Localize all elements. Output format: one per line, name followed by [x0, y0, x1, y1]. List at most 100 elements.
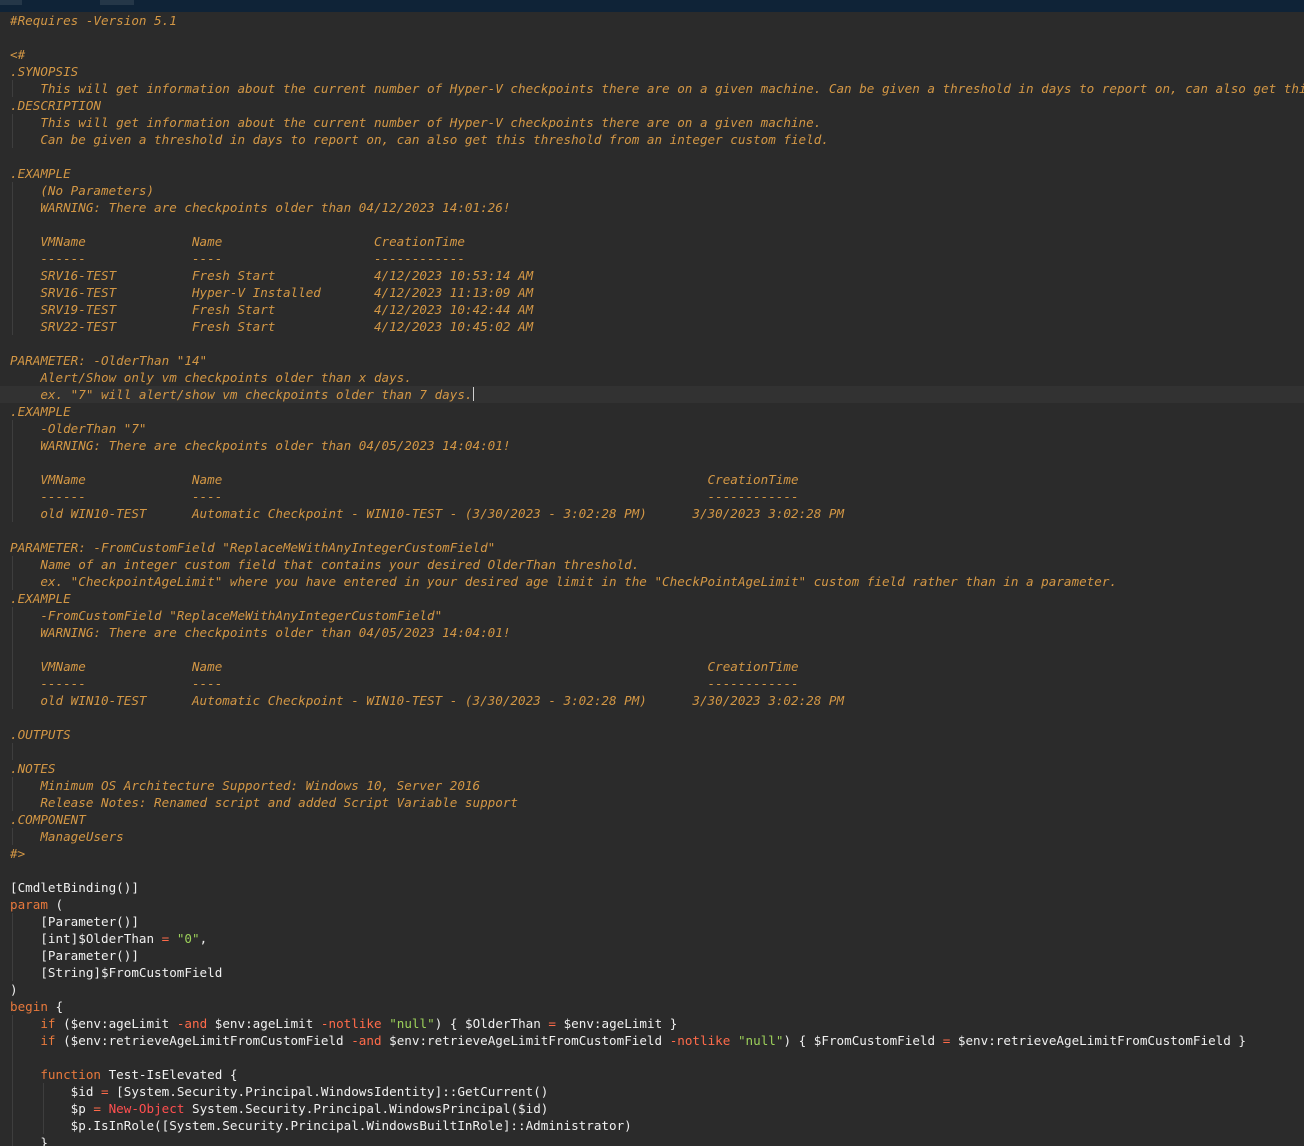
- comment-token: This will get information about the curr…: [10, 115, 822, 130]
- indent-guide: [12, 913, 13, 930]
- code-line[interactable]: This will get information about the curr…: [0, 80, 1304, 97]
- code-line[interactable]: [0, 148, 1304, 165]
- code-line[interactable]: .OUTPUTS: [0, 726, 1304, 743]
- indent-guide: [12, 658, 13, 675]
- code-line[interactable]: [0, 522, 1304, 539]
- code-line[interactable]: SRV19-TEST Fresh Start 4/12/2023 10:42:4…: [0, 301, 1304, 318]
- code-line[interactable]: WARNING: There are checkpoints older tha…: [0, 624, 1304, 641]
- code-line[interactable]: VMName Name CreationTime: [0, 658, 1304, 675]
- code-line[interactable]: #Requires -Version 5.1: [0, 12, 1304, 29]
- indent-guide: [12, 1134, 13, 1146]
- code-line[interactable]: SRV22-TEST Fresh Start 4/12/2023 10:45:0…: [0, 318, 1304, 335]
- code-line[interactable]: .NOTES: [0, 760, 1304, 777]
- code-line[interactable]: .EXAMPLE: [0, 590, 1304, 607]
- code-line[interactable]: [0, 29, 1304, 46]
- indent-guide: [12, 930, 13, 947]
- comment-token: .EXAMPLE: [10, 591, 71, 606]
- code-line[interactable]: [Parameter()]: [0, 947, 1304, 964]
- code-line[interactable]: [0, 641, 1304, 658]
- code-token: ($env:ageLimit: [55, 1016, 177, 1031]
- code-line[interactable]: .EXAMPLE: [0, 165, 1304, 182]
- indent-guide: [12, 607, 13, 624]
- comment-token: old WIN10-TEST Automatic Checkpoint - WI…: [10, 506, 845, 521]
- title-bar-tab[interactable]: [0, 0, 22, 5]
- code-line[interactable]: begin {: [0, 998, 1304, 1015]
- title-bar-tab[interactable]: [100, 0, 134, 5]
- indent-guide: [12, 233, 13, 250]
- code-line[interactable]: [0, 335, 1304, 352]
- code-line[interactable]: [0, 216, 1304, 233]
- operator-token: =: [548, 1016, 557, 1031]
- code-line[interactable]: [0, 743, 1304, 760]
- code-line[interactable]: if ($env:ageLimit -and $env:ageLimit -no…: [0, 1015, 1304, 1032]
- code-line[interactable]: [0, 454, 1304, 471]
- code-line[interactable]: ex. "CheckpointAgeLimit" where you have …: [0, 573, 1304, 590]
- code-line[interactable]: $p = New-Object System.Security.Principa…: [0, 1100, 1304, 1117]
- code-line[interactable]: Minimum OS Architecture Supported: Windo…: [0, 777, 1304, 794]
- indent-guide: [12, 743, 13, 760]
- code-line[interactable]: Release Notes: Renamed script and added …: [0, 794, 1304, 811]
- code-line[interactable]: }: [0, 1134, 1304, 1146]
- code-line[interactable]: [0, 862, 1304, 879]
- code-line[interactable]: function Test-IsElevated {: [0, 1066, 1304, 1083]
- code-line[interactable]: .DESCRIPTION: [0, 97, 1304, 114]
- code-line[interactable]: [0, 1049, 1304, 1066]
- operator-token: -and: [351, 1033, 382, 1048]
- code-line[interactable]: .SYNOPSIS: [0, 63, 1304, 80]
- code-line[interactable]: WARNING: There are checkpoints older tha…: [0, 437, 1304, 454]
- code-line[interactable]: $id = [System.Security.Principal.Windows…: [0, 1083, 1304, 1100]
- code-line[interactable]: SRV16-TEST Fresh Start 4/12/2023 10:53:1…: [0, 267, 1304, 284]
- indent-guide: [12, 131, 13, 148]
- code-line[interactable]: [Parameter()]: [0, 913, 1304, 930]
- code-line[interactable]: $p.IsInRole([System.Security.Principal.W…: [0, 1117, 1304, 1134]
- code-line[interactable]: ------ ---- ------------: [0, 250, 1304, 267]
- code-line[interactable]: param (: [0, 896, 1304, 913]
- code-line[interactable]: [int]$OlderThan = "0",: [0, 930, 1304, 947]
- code-line[interactable]: SRV16-TEST Hyper-V Installed 4/12/2023 1…: [0, 284, 1304, 301]
- code-line[interactable]: <#: [0, 46, 1304, 63]
- code-line[interactable]: -OlderThan "7": [0, 420, 1304, 437]
- indent-guide: [12, 794, 13, 811]
- code-editor[interactable]: #Requires -Version 5.1 <# .SYNOPSIS This …: [0, 12, 1304, 1146]
- comment-token: WARNING: There are checkpoints older tha…: [10, 625, 511, 640]
- code-line[interactable]: ------ ---- ------------: [0, 675, 1304, 692]
- code-line[interactable]: PARAMETER: -FromCustomField "ReplaceMeWi…: [0, 539, 1304, 556]
- comment-token: Release Notes: Renamed script and added …: [10, 795, 518, 810]
- code-line[interactable]: WARNING: There are checkpoints older tha…: [0, 199, 1304, 216]
- comment-token: (No Parameters): [10, 183, 155, 198]
- cmdlet-token: New-Object: [108, 1101, 185, 1116]
- code-token: ,: [199, 931, 208, 946]
- code-line[interactable]: if ($env:retrieveAgeLimitFromCustomField…: [0, 1032, 1304, 1049]
- code-line[interactable]: ex. "7" will alert/show vm checkpoints o…: [0, 386, 1304, 403]
- comment-token: .EXAMPLE: [10, 404, 71, 419]
- code-line[interactable]: Can be given a threshold in days to repo…: [0, 131, 1304, 148]
- code-line[interactable]: [String]$FromCustomField: [0, 964, 1304, 981]
- code-line[interactable]: PARAMETER: -OlderThan "14": [0, 352, 1304, 369]
- code-line[interactable]: -FromCustomField "ReplaceMeWithAnyIntege…: [0, 607, 1304, 624]
- code-token: ($env:retrieveAgeLimitFromCustomField: [55, 1033, 352, 1048]
- code-token: [Parameter()]: [10, 914, 139, 929]
- code-line[interactable]: [CmdletBinding()]: [0, 879, 1304, 896]
- code-line[interactable]: ManageUsers: [0, 828, 1304, 845]
- code-line[interactable]: (No Parameters): [0, 182, 1304, 199]
- code-line[interactable]: ------ ---- ------------: [0, 488, 1304, 505]
- code-line[interactable]: #>: [0, 845, 1304, 862]
- code-line[interactable]: Name of an integer custom field that con…: [0, 556, 1304, 573]
- code-line[interactable]: VMName Name CreationTime: [0, 471, 1304, 488]
- code-line[interactable]: This will get information about the curr…: [0, 114, 1304, 131]
- code-line[interactable]: VMName Name CreationTime: [0, 233, 1304, 250]
- indent-guide: [12, 641, 13, 658]
- code-line[interactable]: Alert/Show only vm checkpoints older tha…: [0, 369, 1304, 386]
- code-line[interactable]: ): [0, 981, 1304, 998]
- code-line[interactable]: .EXAMPLE: [0, 403, 1304, 420]
- indent-guide: [12, 488, 13, 505]
- indent-guide: [12, 964, 13, 981]
- code-token: [int]$OlderThan: [10, 931, 162, 946]
- comment-token: old WIN10-TEST Automatic Checkpoint - WI…: [10, 693, 845, 708]
- code-line[interactable]: old WIN10-TEST Automatic Checkpoint - WI…: [0, 505, 1304, 522]
- code-line[interactable]: old WIN10-TEST Automatic Checkpoint - WI…: [0, 692, 1304, 709]
- code-line[interactable]: .COMPONENT: [0, 811, 1304, 828]
- code-line[interactable]: [0, 709, 1304, 726]
- indent-guide: [12, 1049, 13, 1066]
